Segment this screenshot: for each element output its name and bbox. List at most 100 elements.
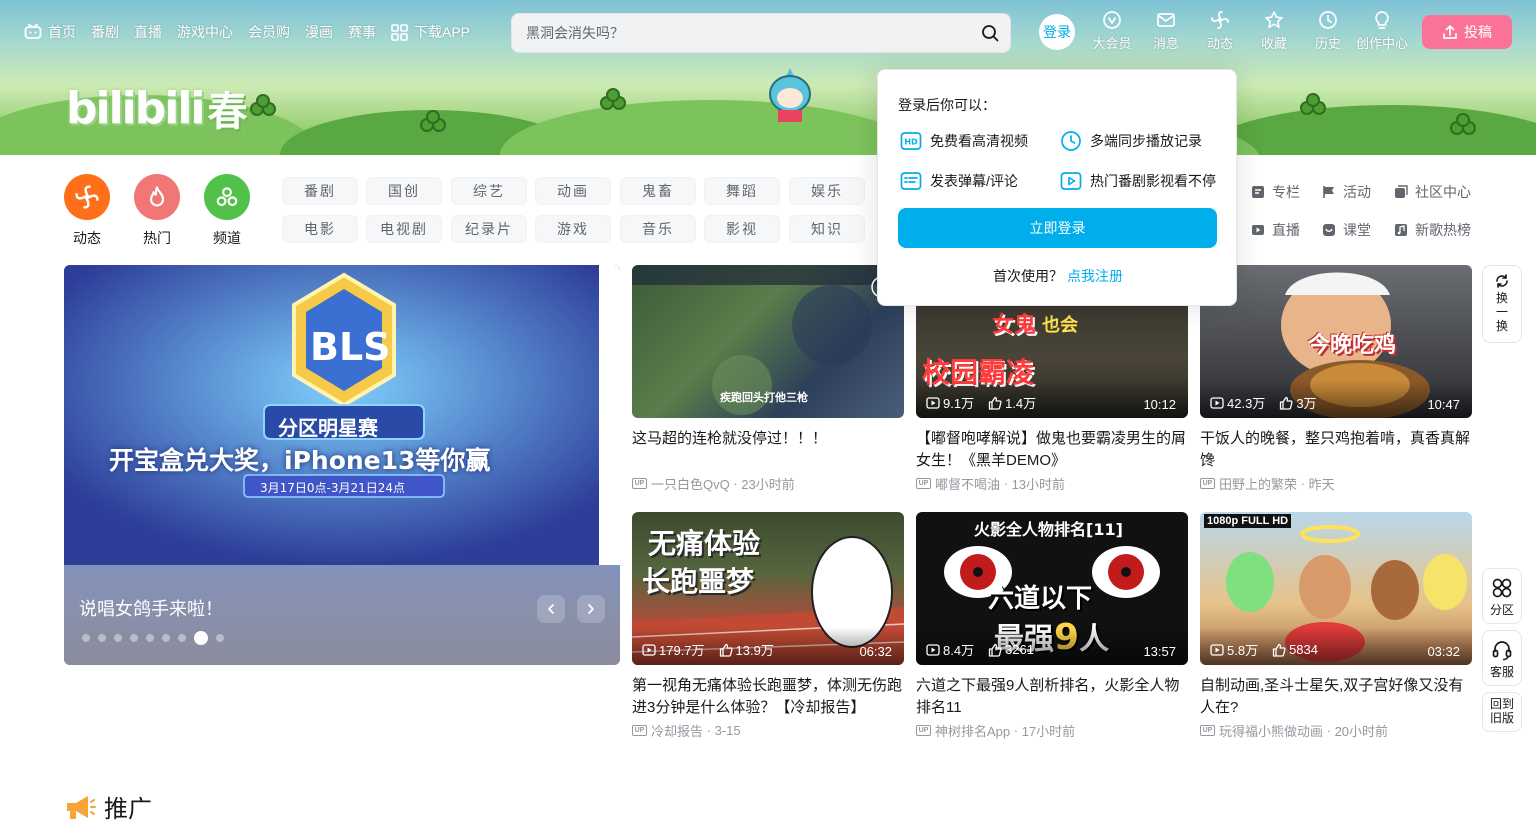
nav-mall[interactable]: 会员购: [248, 22, 290, 42]
refresh-button[interactable]: 换一换: [1482, 265, 1522, 343]
video-title[interactable]: 【嘟督咆哮解说】做鬼也要霸凌男生的屑女生！《黑羊DEMO》: [916, 428, 1188, 472]
channel-column[interactable]: 专栏: [1251, 182, 1300, 202]
search-input[interactable]: [512, 14, 970, 52]
video-owner[interactable]: UP 玩得福小熊做动画 · 20小时前: [1200, 721, 1472, 740]
video-owner[interactable]: UP 嘟督不喝油 · 13小时前: [916, 474, 1188, 493]
channel-tv-series[interactable]: 电视剧: [366, 215, 442, 243]
quick-dynamic[interactable]: 动态: [64, 174, 110, 248]
carousel-dot[interactable]: [82, 634, 90, 642]
quick-hot[interactable]: 热门: [134, 174, 180, 248]
search-button[interactable]: [970, 14, 1010, 52]
video-duration: 03:32: [1427, 644, 1460, 659]
nav-creator-center[interactable]: 创作中心: [1355, 10, 1409, 52]
video-title[interactable]: 六道之下最强9人剖析排名，火影全人物排名11: [916, 675, 1188, 719]
carousel-dots: [82, 631, 232, 645]
channel-variety[interactable]: 综艺: [451, 177, 527, 205]
submit-upload-button[interactable]: 投稿: [1422, 15, 1512, 49]
channel-live[interactable]: 直播: [1251, 220, 1300, 240]
nav-favorites[interactable]: 收藏: [1247, 10, 1301, 52]
video-thumbnail[interactable]: 火影全人物排名[11] 六道以下 最强9人 8.4万 3261 13:57: [916, 512, 1188, 665]
channel-music[interactable]: 音乐: [620, 215, 696, 243]
nav-history[interactable]: 历史: [1301, 10, 1355, 52]
nav-match[interactable]: 赛事: [348, 22, 376, 42]
channel-movie[interactable]: 电影: [282, 215, 358, 243]
video-card[interactable]: 火影全人物排名[11] 六道以下 最强9人 8.4万 3261 13:57 六道…: [916, 512, 1188, 740]
video-card[interactable]: 今晚吃鸡 42.3万 3万 10:47 干饭人的晚餐，整只鸡抱着啃，真香真解馋 …: [1200, 265, 1472, 493]
carousel-dot[interactable]: [114, 634, 122, 642]
nav-dynamic[interactable]: 动态: [1193, 10, 1247, 52]
channel-game[interactable]: 游戏: [535, 215, 611, 243]
like-icon: [1272, 643, 1286, 657]
video-stats: 179.7万 13.9万: [642, 640, 788, 659]
carousel-next-button[interactable]: [577, 595, 605, 623]
channel-entertainment[interactable]: 娱乐: [789, 177, 865, 205]
up-badge-icon: UP: [1200, 725, 1215, 736]
carousel-dot[interactable]: [130, 634, 138, 642]
carousel-caption[interactable]: 说唱女鸽手来啦！: [79, 595, 223, 621]
login-now-button[interactable]: 立即登录: [898, 208, 1217, 248]
carousel-dot[interactable]: [162, 634, 170, 642]
old-version-button[interactable]: 回到旧版: [1482, 692, 1522, 732]
channel-classroom[interactable]: 课堂: [1322, 220, 1371, 240]
video-owner[interactable]: UP 一只白色QvQ · 23小时前: [632, 474, 904, 493]
channel-film-tv[interactable]: 影视: [704, 215, 780, 243]
video-card[interactable]: 无痛体验 长跑噩梦 179.7万 13.9万 06:32 第一视角无痛体验长跑噩…: [632, 512, 904, 740]
video-card[interactable]: 疾跑回头打他三枪 这马超的连枪就没停过！！！ UP 一只白色QvQ · 23小时前: [632, 265, 904, 493]
video-title[interactable]: 第一视角无痛体验长跑噩梦，体测无伤跑进3分钟是什么体验？【冷却报告】: [632, 675, 904, 719]
channel-kichiku[interactable]: 鬼畜: [620, 177, 696, 205]
video-owner[interactable]: UP 冷却报告 · 3-15: [632, 721, 904, 740]
video-title[interactable]: 自制动画,圣斗士星矢,双子宫好像又没有人在?: [1200, 675, 1472, 719]
carousel-dot[interactable]: [216, 634, 224, 642]
thumbnail-caption: 火影全人物排名[11]: [974, 520, 1123, 539]
svg-text:HD: HD: [904, 138, 918, 147]
video-thumbnail[interactable]: 今晚吃鸡 42.3万 3万 10:47: [1200, 265, 1472, 418]
channel-label: 专栏: [1272, 184, 1300, 200]
nav-download-app[interactable]: 下载APP: [391, 22, 470, 42]
nav-manga[interactable]: 漫画: [305, 22, 333, 42]
thumbnail-caption: 长跑噩梦: [642, 565, 755, 598]
carousel-promo-text: 开宝盒兑大奖，iPhone13等你赢: [109, 446, 491, 475]
play-count-icon: [642, 643, 656, 656]
carousel-dot[interactable]: [178, 634, 186, 642]
video-thumbnail[interactable]: 无痛体验 长跑噩梦 179.7万 13.9万 06:32: [632, 512, 904, 665]
video-thumbnail[interactable]: 1080p FULL HD 5.8万 5834 03:32: [1200, 512, 1472, 665]
carousel-dot[interactable]: [194, 631, 208, 645]
login-avatar-button[interactable]: 登录: [1039, 14, 1075, 50]
channel-knowledge[interactable]: 知识: [789, 215, 865, 243]
carousel-dot[interactable]: [98, 634, 106, 642]
channel-dance[interactable]: 舞蹈: [704, 177, 780, 205]
channel-activity[interactable]: 活动: [1322, 182, 1371, 202]
video-owner[interactable]: UP 神树排名App · 17小时前: [916, 721, 1188, 740]
video-title[interactable]: 这马超的连枪就没停过！！！: [632, 428, 904, 472]
channel-documentary[interactable]: 纪录片: [451, 215, 527, 243]
video-owner[interactable]: UP 田野上的繁荣 · 昨天: [1200, 474, 1472, 493]
nav-home[interactable]: 首页: [24, 22, 76, 42]
channel-community[interactable]: 社区中心: [1394, 182, 1471, 202]
channel-guochuang[interactable]: 国创: [366, 177, 442, 205]
video-duration: 10:47: [1427, 397, 1460, 412]
nav-message[interactable]: 消息: [1139, 10, 1193, 52]
zone-button[interactable]: 分区: [1482, 568, 1522, 624]
quick-channel[interactable]: 频道: [204, 174, 250, 248]
customer-service-button[interactable]: 客服: [1482, 630, 1522, 686]
carousel-dot[interactable]: [146, 634, 154, 642]
carousel-prev-button[interactable]: [537, 595, 565, 623]
register-link[interactable]: 点我注册: [1067, 268, 1123, 284]
nav-live[interactable]: 直播: [134, 22, 162, 42]
search-bar: [511, 13, 1011, 53]
bilibili-logo[interactable]: bilibili 春: [66, 83, 247, 135]
channel-new-songs[interactable]: 新歌热榜: [1394, 220, 1471, 240]
hero-carousel[interactable]: BLS 分区明星赛 开宝盒兑大奖，iPhone13等你赢 3月17日0点-3月2…: [64, 265, 620, 665]
thumbnail-caption: 今晚吃鸡: [1308, 333, 1397, 358]
carousel-date-text: 3月17日0点-3月21日24点: [260, 481, 406, 495]
nav-bangumi[interactable]: 番剧: [91, 22, 119, 42]
nav-vip[interactable]: 大会员: [1085, 10, 1139, 52]
video-card[interactable]: 1080p FULL HD 5.8万 5834 03:32 自制动画,圣斗士星矢…: [1200, 512, 1472, 740]
channel-animation[interactable]: 动画: [535, 177, 611, 205]
nav-game-center[interactable]: 游戏中心: [177, 22, 233, 42]
video-thumbnail[interactable]: 疾跑回头打他三枪: [632, 265, 904, 418]
channel-label: 直播: [1272, 222, 1300, 238]
feature-label: 免费看高清视频: [930, 133, 1028, 149]
video-title[interactable]: 干饭人的晚餐，整只鸡抱着啃，真香真解馋: [1200, 428, 1472, 472]
channel-bangumi[interactable]: 番剧: [282, 177, 358, 205]
